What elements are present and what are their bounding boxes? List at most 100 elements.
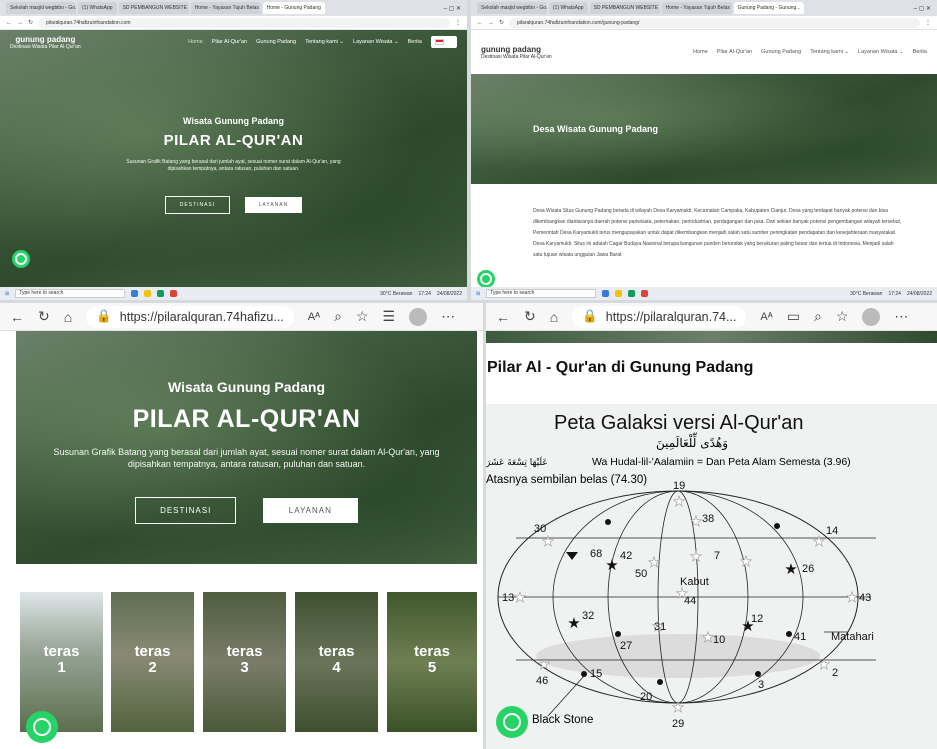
nav-tentang[interactable]: Tentang kami ⌄ <box>305 39 344 45</box>
windows-start-icon[interactable]: ⊞ <box>476 291 480 297</box>
home-icon[interactable]: ⌂ <box>64 309 72 325</box>
favorites-bar-icon[interactable]: ☰ <box>383 308 396 325</box>
nav-berita[interactable]: Berita <box>408 39 422 45</box>
browser-tab[interactable]: Home - Yayasan Tujuh Belas <box>661 2 732 14</box>
language-switcher[interactable] <box>431 36 457 48</box>
nav-tentang[interactable]: Tentang kami ⌄ <box>810 49 849 55</box>
dot <box>657 679 663 685</box>
taskbar-app-icon[interactable] <box>131 290 139 297</box>
nav-home[interactable]: Home <box>693 49 708 55</box>
site-brand[interactable]: gunung padang Destinasi Wisata Pilar Al-… <box>10 35 81 50</box>
read-aloud-icon[interactable]: Aᴬ <box>308 311 320 323</box>
nav-layanan[interactable]: Layanan Wisata ⌄ <box>858 49 904 55</box>
browser-tab[interactable]: Sekolah masjid wegbibo - Go... <box>477 2 547 14</box>
destinasi-button[interactable]: DESTINASI <box>164 196 231 214</box>
map-figure: Peta Galaksi versi Al-Qur'an وَهُدًى لِّ… <box>486 404 937 749</box>
teras-label: teras <box>414 643 450 660</box>
extensions-icon[interactable]: ⋮ <box>925 19 931 26</box>
browser-tab[interactable]: (1) WhatsApp <box>549 2 588 14</box>
taskbar-app-icon[interactable] <box>157 290 165 297</box>
address-bar[interactable]: 🔒 https://pilaralquran.74hafizu... <box>86 305 294 328</box>
whatsapp-icon[interactable] <box>477 270 495 288</box>
panel-desktop-gunung-padang: Sekolah masjid wegbibo - Go... (1) Whats… <box>471 0 937 300</box>
nav-gunung-padang[interactable]: Gunung Padang <box>761 49 801 55</box>
label-14: 14 <box>826 525 838 537</box>
teras-card-4[interactable]: teras 4 <box>295 592 378 732</box>
browser-tab[interactable]: Home - Yayasan Tujuh Belas <box>190 2 261 14</box>
body-text: Desa Wisata Situs Gunung Padang berada d… <box>533 208 902 258</box>
back-icon[interactable]: ← <box>496 309 510 325</box>
reload-icon[interactable]: ↻ <box>28 19 33 26</box>
teras-card-2[interactable]: teras 2 <box>111 592 194 732</box>
label-44: 44 <box>684 595 696 607</box>
white-star: ★ <box>818 657 831 673</box>
taskbar-search[interactable]: Type here to search <box>15 289 126 298</box>
dot <box>605 519 611 525</box>
taskbar-app-icon[interactable] <box>170 290 178 297</box>
back-icon[interactable]: ← <box>477 20 483 26</box>
nav-home[interactable]: Home <box>188 39 203 45</box>
taskbar-app-icon[interactable] <box>615 290 623 297</box>
label-13: 13 <box>502 592 514 604</box>
destinasi-button[interactable]: DESTINASI <box>135 497 237 524</box>
taskbar-app-icon[interactable] <box>628 290 636 297</box>
white-star: ★ <box>538 657 551 673</box>
reload-icon[interactable]: ↻ <box>524 308 536 325</box>
teras-card-3[interactable]: teras 3 <box>203 592 286 732</box>
avatar[interactable] <box>409 307 428 326</box>
reload-icon[interactable]: ↻ <box>499 19 504 26</box>
reload-icon[interactable]: ↻ <box>38 308 50 325</box>
zoom-icon[interactable]: ⌕ <box>334 308 342 325</box>
browser-tab[interactable]: Sekolah masjid wegbibo - Go... <box>6 2 76 14</box>
window-controls[interactable]: – ▢ ✕ <box>914 5 937 12</box>
label-38: 38 <box>702 513 714 525</box>
teras-card-1[interactable]: teras 1 <box>20 592 103 732</box>
address-bar[interactable]: pilaralquran.74hafizuinfoundation.com/gu… <box>509 17 920 28</box>
nav-layanan[interactable]: Layanan Wisata ⌄ <box>353 39 399 45</box>
label-26: 26 <box>802 563 814 575</box>
browser-tab[interactable]: (1) WhatsApp <box>78 2 117 14</box>
whatsapp-icon[interactable] <box>26 711 58 743</box>
forward-icon[interactable]: → <box>488 20 494 26</box>
more-icon[interactable]: ⋯ <box>894 308 908 325</box>
zoom-icon[interactable]: ⌕ <box>814 308 822 325</box>
browser-tab[interactable]: SD PEMBANGUN WEBSITE <box>589 2 660 14</box>
address-bar[interactable]: 🔒 https://pilaralquran.74... <box>572 305 747 328</box>
favorite-icon[interactable]: ☆ <box>356 308 369 325</box>
teras-label: teras <box>318 643 355 660</box>
taskbar-app-icon[interactable] <box>144 290 152 297</box>
windows-start-icon[interactable]: ⊞ <box>5 291 9 297</box>
back-icon[interactable]: ← <box>10 309 24 325</box>
taskbar-search[interactable]: Type here to search <box>486 289 597 298</box>
taskbar-time: 17:24 <box>418 290 431 297</box>
nav-links: Home Pilar Al-Qur'an Gunung Padang Tenta… <box>188 36 457 48</box>
taskbar-app-icon[interactable] <box>641 290 649 297</box>
taskbar-app-icon[interactable] <box>602 290 610 297</box>
browser-tab[interactable]: SD PEMBANGUN WEBSITE <box>118 2 189 14</box>
immersive-reader-icon[interactable]: ▭ <box>787 308 800 325</box>
label-2: 2 <box>832 667 838 679</box>
forward-icon[interactable]: → <box>17 20 23 26</box>
layanan-button[interactable]: LAYANAN <box>262 498 358 523</box>
nav-pilar[interactable]: Pilar Al-Qur'an <box>212 39 247 45</box>
read-aloud-icon[interactable]: Aᴬ <box>760 311 772 323</box>
site-brand[interactable]: gunung padang Destinasi Wisata Pilar Al-… <box>481 45 552 60</box>
whatsapp-icon[interactable] <box>12 250 30 268</box>
nav-berita[interactable]: Berita <box>913 49 927 55</box>
nav-gunung-padang[interactable]: Gunung Padang <box>256 39 296 45</box>
browser-tab-active[interactable]: Gunung Padang - Gunung... <box>733 2 804 14</box>
more-icon[interactable]: ⋯ <box>441 308 455 325</box>
back-icon[interactable]: ← <box>6 20 12 26</box>
teras-card-5[interactable]: teras 5 <box>387 592 477 732</box>
nav-pilar[interactable]: Pilar Al-Qur'an <box>717 49 752 55</box>
extensions-icon[interactable]: ⋮ <box>455 19 461 26</box>
layanan-button[interactable]: LAYANAN <box>244 197 303 213</box>
browser-tab-active[interactable]: Home - Gunung Padang <box>262 2 325 14</box>
window-controls[interactable]: – ▢ ✕ <box>444 5 467 12</box>
label-19: 19 <box>673 480 685 492</box>
address-bar[interactable]: pilaralquran.74hafizuinfoundation.com <box>38 17 450 28</box>
favorite-icon[interactable]: ☆ <box>836 308 849 325</box>
home-icon[interactable]: ⌂ <box>550 309 558 325</box>
whatsapp-icon[interactable] <box>496 706 528 738</box>
avatar[interactable] <box>862 307 881 326</box>
